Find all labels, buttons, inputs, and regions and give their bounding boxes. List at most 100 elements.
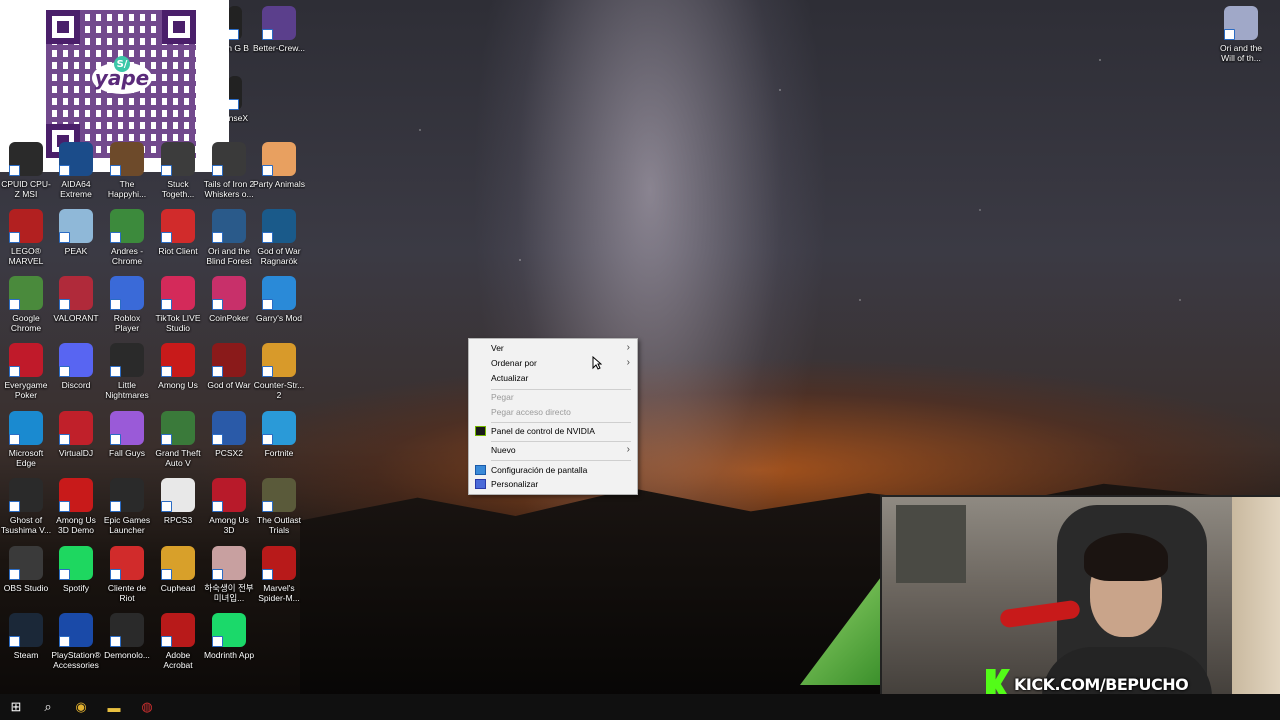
menu-separator (491, 441, 631, 442)
desktop-icon[interactable]: Andres - Chrome (101, 209, 153, 266)
yape-badge: S/ (114, 56, 130, 72)
menu-item-pegar-acceso-directo[interactable]: Pegar acceso directo (469, 405, 637, 419)
desktop-icon-label: Andres - Chrome (110, 246, 144, 266)
app-icon (212, 142, 246, 176)
desktop-icon-label: LEGO® MARVEL Su... (8, 246, 44, 267)
desktop-icon-label: Everygame Poker (4, 380, 48, 400)
desktop-icon[interactable]: Epic Games Launcher (101, 478, 153, 535)
desktop-icon[interactable]: Marvel's Spider-M... (253, 546, 305, 603)
desktop-icon[interactable]: Demonolo... (101, 613, 153, 660)
file-explorer-icon[interactable]: ▬ (99, 694, 129, 720)
desktop-icon[interactable]: PlayStation® Accessories (50, 613, 102, 670)
menu-item-nvidia[interactable]: Panel de control de NVIDIA (469, 424, 637, 438)
desktop-icon[interactable]: Fall Guys (101, 411, 153, 458)
desktop-icon[interactable]: LEGO® MARVEL Su... (0, 209, 52, 267)
app-icon (161, 613, 195, 647)
desktop-icon[interactable]: Microsoft Edge (0, 411, 52, 468)
desktop-icon[interactable]: Garry's Mod (253, 276, 305, 323)
desktop-icon[interactable]: Fortnite (253, 411, 305, 458)
desktop-icon[interactable]: Among Us (152, 343, 204, 390)
desktop-icon[interactable]: Among Us 3D Demo (50, 478, 102, 535)
desktop-icon[interactable]: Party Animals (253, 142, 305, 189)
desktop-icon[interactable]: TikTok LIVE Studio (152, 276, 204, 333)
desktop-icon-label: Google Chrome (10, 313, 42, 333)
app-icon (110, 209, 144, 243)
app-icon (212, 209, 246, 243)
desktop-icon[interactable]: Tails of Iron 2 Whiskers o... (203, 142, 255, 199)
desktop-icon[interactable]: Counter-Str... 2 (253, 343, 305, 400)
desktop-icon[interactable]: Modrinth App (203, 613, 255, 660)
desktop-icon[interactable]: Discord (50, 343, 102, 390)
chrome-icon[interactable]: ◉ (66, 694, 96, 720)
desktop-icon[interactable]: Among Us 3D (203, 478, 255, 535)
menu-item-label: Panel de control de NVIDIA (491, 426, 595, 436)
desktop-icon[interactable]: OBS Studio (0, 546, 52, 593)
desktop-icon[interactable]: God of War (203, 343, 255, 390)
menu-item-actualizar[interactable]: Actualizar (469, 371, 637, 385)
desktop-icon[interactable]: The Outlast Trials (253, 478, 305, 535)
app-icon (9, 276, 43, 310)
menu-item-personalizar[interactable]: Personalizar (469, 477, 637, 491)
desktop-icon[interactable]: RPCS3 (152, 478, 204, 525)
desktop-icon[interactable]: CPUID CPU-Z MSI (0, 142, 52, 199)
app-icon (262, 478, 296, 512)
desktop-icon-label: Fall Guys (109, 448, 145, 458)
desktop-icon[interactable]: PEAK (50, 209, 102, 256)
desktop-icon[interactable]: Adobe Acrobat (152, 613, 204, 670)
menu-item-configuracion-pantalla[interactable]: Configuración de pantalla (469, 463, 637, 477)
desktop-context-menu: Ver › Ordenar por › Actualizar Pegar Peg… (468, 338, 638, 495)
start-icon[interactable]: ⊞ (1, 694, 31, 720)
menu-item-ver[interactable]: Ver › (469, 341, 637, 355)
desktop-icon[interactable]: Little Nightmares (101, 343, 153, 400)
menu-item-pegar[interactable]: Pegar (469, 390, 637, 404)
mouse-cursor-icon (592, 356, 602, 370)
app-icon (59, 142, 93, 176)
menu-item-ordenar-por[interactable]: Ordenar por › (469, 356, 637, 370)
desktop-icon[interactable]: Cuphead (152, 546, 204, 593)
desktop-icon-label: Discord (61, 380, 91, 390)
desktop-icon[interactable]: Better-Crew... (253, 6, 305, 53)
app-icon (9, 142, 43, 176)
app-icon (212, 276, 246, 310)
desktop-icon[interactable]: 하숙생이 전부 미녀입... (203, 546, 255, 603)
app-icon (1224, 6, 1258, 40)
search-glyph: ⌕ (44, 699, 52, 714)
desktop-icon[interactable]: CoinPoker (203, 276, 255, 323)
desktop-icon-label: TikTok LIVE Studio (155, 313, 201, 333)
qr-finder (46, 10, 80, 44)
desktop-icon[interactable]: God of War Ragnarök (253, 209, 305, 266)
webcam-overlay: KICK.COM/BEPUCHO (880, 495, 1280, 720)
desktop-icon[interactable]: Steam (0, 613, 52, 660)
chevron-right-icon: › (626, 357, 630, 368)
desktop-icon[interactable]: Riot Client (152, 209, 204, 256)
desktop-icon[interactable]: Google Chrome (0, 276, 52, 333)
webcam-shelf (1232, 497, 1280, 720)
search-icon[interactable]: ⌕ (33, 694, 63, 720)
desktop-icon-label: Ghost of Tsushima V... (0, 515, 52, 535)
desktop-icon[interactable]: The Happyhi... (101, 142, 153, 199)
desktop-icon[interactable]: Cliente de Riot (101, 546, 153, 603)
app-icon (110, 411, 144, 445)
menu-item-nuevo[interactable]: Nuevo › (469, 443, 637, 457)
desktop-icon[interactable]: Ghost of Tsushima V... (0, 478, 52, 535)
app-icon (262, 6, 296, 40)
desktop-icon[interactable]: Spotify (50, 546, 102, 593)
desktop-icon[interactable]: VirtualDJ (50, 411, 102, 458)
desktop-icon[interactable]: Grand Theft Auto V (152, 411, 204, 468)
desktop-icon[interactable]: Stuck Togeth... (152, 142, 204, 199)
desktop-icon[interactable]: Everygame Poker (0, 343, 52, 400)
personalize-icon (475, 479, 486, 489)
desktop-icon[interactable]: Ori and the Will of th... (1215, 6, 1267, 63)
app-icon (59, 546, 93, 580)
app-icon (110, 613, 144, 647)
obs-icon[interactable]: ◍ (132, 694, 162, 720)
desktop-icon[interactable]: Roblox Player (101, 276, 153, 333)
desktop-icon-label: AIDA64 Extreme (60, 179, 92, 199)
desktop-icon[interactable]: VALORANT (50, 276, 102, 323)
desktop-icon[interactable]: AIDA64 Extreme (50, 142, 102, 199)
app-icon (9, 546, 43, 580)
desktop-icon-label: The Happyhi... (107, 179, 147, 199)
desktop-icon[interactable]: PCSX2 (203, 411, 255, 458)
desktop-icon[interactable]: Ori and the Blind Forest (203, 209, 255, 266)
qr-finder (162, 10, 196, 44)
